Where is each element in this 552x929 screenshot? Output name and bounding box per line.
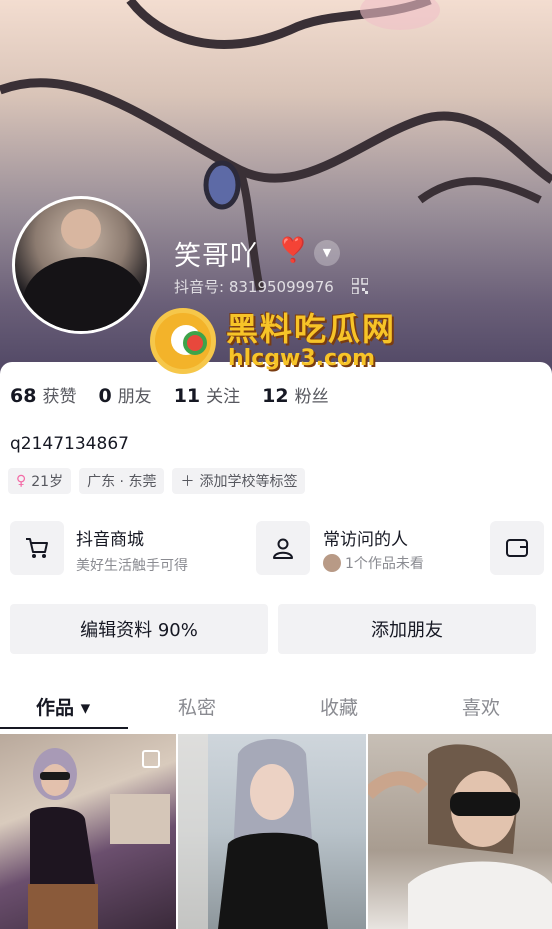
stat-number: 68	[10, 385, 37, 407]
add-friend-button[interactable]: 添加朋友	[278, 604, 536, 654]
avatar[interactable]	[12, 196, 150, 334]
visitors-title[interactable]: 常访问的人	[323, 525, 408, 550]
stat-following[interactable]: 11 关注	[174, 382, 240, 407]
stat-followers[interactable]: 12 粉丝	[262, 382, 328, 407]
cart-icon[interactable]	[10, 521, 64, 575]
video-thumb[interactable]	[368, 734, 552, 929]
video-grid	[0, 734, 552, 929]
stat-label: 粉丝	[294, 387, 329, 407]
tab-private[interactable]: 私密	[178, 693, 216, 720]
chevron-down-icon[interactable]: ▼	[314, 240, 340, 266]
video-thumb-image	[368, 744, 552, 929]
tag-age-label: 21岁	[31, 474, 64, 490]
nickname: 笑哥吖	[174, 241, 258, 272]
person-icon[interactable]	[256, 521, 310, 575]
edit-profile-button[interactable]: 编辑资料 90%	[10, 604, 268, 654]
visitors-subtitle: 1个作品未看	[323, 553, 424, 573]
avatar-face	[61, 209, 101, 249]
video-thumb-image	[178, 734, 328, 929]
heart-icon: ❣️	[278, 236, 308, 264]
stat-label: 关注	[206, 387, 241, 407]
tag-age[interactable]: ♀ 21岁	[8, 468, 72, 494]
stat-number: 12	[262, 385, 289, 407]
stats-row: 68 获赞 0 朋友 11 关注 12 粉丝	[10, 382, 329, 407]
tab-favorites[interactable]: 收藏	[320, 693, 358, 720]
douyin-id[interactable]: 抖音号: 83195099976	[174, 276, 334, 297]
watermark-url: hlcgw3.com	[228, 346, 376, 371]
wallet-icon[interactable]	[490, 521, 544, 575]
watermark-logo	[150, 308, 216, 374]
shop-title[interactable]: 抖音商城	[76, 525, 144, 550]
qr-code-icon[interactable]	[352, 278, 368, 294]
tag-location-label: 广东 · 东莞	[87, 474, 157, 490]
tag-location[interactable]: 广东 · 东莞	[79, 468, 165, 494]
shop-subtitle: 美好生活触手可得	[76, 558, 188, 574]
visitor-avatar	[323, 554, 341, 572]
visitors-subtitle-text: 1个作品未看	[345, 556, 424, 572]
tag-add-label: 添加学校等标签	[199, 474, 298, 490]
video-thumb[interactable]	[0, 734, 176, 929]
avatar-dress	[23, 257, 145, 331]
multi-image-icon	[142, 750, 160, 768]
stat-likes[interactable]: 68 获赞	[10, 382, 76, 407]
video-thumb[interactable]	[178, 734, 366, 929]
plus-icon: ＋	[180, 474, 195, 490]
tab-likes[interactable]: 喜欢	[462, 693, 500, 720]
female-icon: ♀	[16, 473, 27, 489]
shortcut-cards: 抖音商城 美好生活触手可得 常访问的人 1个作品未看	[10, 521, 546, 577]
tags-row: ♀ 21岁 广东 · 东莞 ＋ 添加学校等标签	[8, 468, 306, 494]
tag-add[interactable]: ＋ 添加学校等标签	[172, 468, 306, 494]
bio-text: q2147134867	[10, 434, 129, 454]
stat-label: 朋友	[117, 387, 152, 407]
content-tabs: 作品 ▾ 私密 收藏 喜欢	[0, 683, 552, 729]
stat-label: 获赞	[42, 387, 77, 407]
stat-friends[interactable]: 0 朋友	[98, 382, 151, 407]
tab-works[interactable]: 作品 ▾	[36, 693, 90, 720]
stat-number: 0	[98, 385, 112, 407]
watermark-title: 黑料吃瓜网	[226, 310, 397, 348]
stat-number: 11	[173, 385, 201, 407]
tab-underline	[0, 727, 128, 729]
